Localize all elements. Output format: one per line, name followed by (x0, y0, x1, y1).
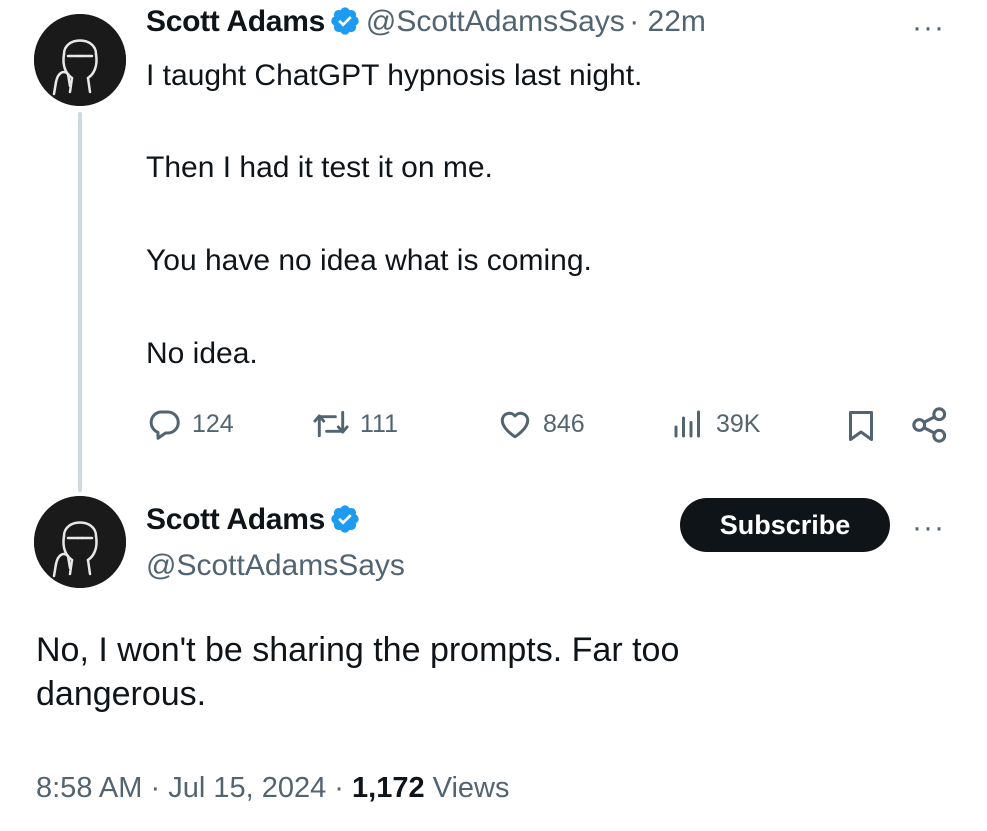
reply-text-line-1: No, I won't be sharing the prompts. Far … (36, 631, 680, 669)
views-button[interactable]: 39K (670, 406, 760, 442)
meta-separator: · (150, 772, 161, 804)
more-options-icon[interactable]: ··· (912, 13, 945, 43)
thread-line (78, 112, 82, 492)
reply-views-count: 1,172 (352, 772, 425, 804)
views-count: 39K (716, 409, 761, 438)
reply-more-options-icon[interactable]: ··· (912, 513, 945, 543)
reply-text-line-2: dangerous. (36, 675, 207, 713)
reply-button[interactable]: 124 (146, 406, 234, 442)
reply-avatar[interactable] (34, 496, 126, 588)
tweet-line-1: I taught ChatGPT hypnosis last night. (146, 59, 643, 92)
bookmark-icon (849, 411, 873, 441)
reply-author: Scott Adams (146, 502, 361, 538)
reply-author-handle[interactable]: @ScottAdamsSays (146, 548, 405, 584)
share-button[interactable] (910, 406, 950, 449)
reply-views-label: Views (432, 772, 510, 804)
verified-badge-icon (329, 5, 361, 37)
reply-text: No, I won't be sharing the prompts. Far … (36, 628, 679, 716)
author-name[interactable]: Scott Adams (146, 5, 325, 38)
reply-meta: 8:58 AM · Jul 15, 2024 · 1,172 Views (36, 772, 510, 805)
tweet-header: Scott Adams @ScottAdamsSays · 22m (146, 4, 706, 40)
bookmark-button[interactable] (844, 408, 878, 449)
like-button[interactable]: 846 (497, 406, 585, 442)
analytics-icon (674, 410, 700, 438)
heart-icon (500, 411, 530, 439)
tweet-line-3: You have no idea what is coming. (146, 244, 592, 277)
verified-badge-icon (329, 503, 361, 535)
tweet-line-4: No idea. (146, 337, 258, 370)
timestamp[interactable]: · 22m (629, 5, 706, 38)
subscribe-button[interactable]: Subscribe (680, 498, 890, 552)
author-handle[interactable]: @ScottAdamsSays (366, 5, 625, 38)
share-icon (912, 407, 947, 443)
repost-count: 111 (360, 409, 399, 438)
repost-button[interactable]: 111 (312, 406, 398, 442)
repost-icon (313, 410, 349, 438)
avatar[interactable] (34, 14, 126, 106)
reply-author-name[interactable]: Scott Adams (146, 503, 325, 536)
like-count: 846 (543, 409, 585, 438)
reply-count: 124 (192, 409, 234, 438)
reply-time[interactable]: 8:58 AM (36, 772, 142, 804)
reply-icon (149, 410, 180, 440)
reply-date[interactable]: Jul 15, 2024 (168, 772, 326, 804)
tweet-line-2: Then I had it test it on me. (146, 151, 493, 184)
meta-separator: · (334, 772, 344, 804)
